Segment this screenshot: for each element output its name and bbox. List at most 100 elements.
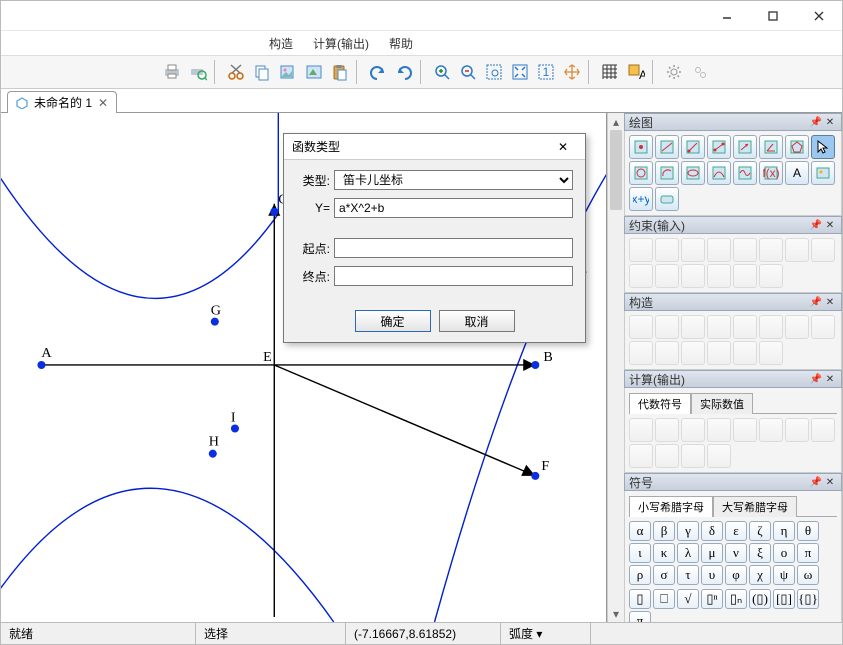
document-tab[interactable]: 未命名的 1 ✕ xyxy=(7,91,117,113)
close-icon[interactable]: ✕ xyxy=(823,218,837,232)
s14-icon[interactable] xyxy=(759,341,783,365)
tab-close-icon[interactable]: ✕ xyxy=(98,96,108,110)
s13-icon[interactable] xyxy=(733,341,757,365)
grid-icon[interactable] xyxy=(598,60,622,84)
zoom-actual-icon[interactable]: 1 xyxy=(534,60,558,84)
c10-icon[interactable] xyxy=(655,264,679,288)
draw-conic-icon[interactable] xyxy=(707,161,731,185)
c13-icon[interactable] xyxy=(733,264,757,288)
m1-icon[interactable] xyxy=(629,418,653,442)
draw-arc-icon[interactable] xyxy=(655,161,679,185)
s10-icon[interactable] xyxy=(655,341,679,365)
greek-ξ[interactable]: ξ xyxy=(749,543,771,563)
close-icon[interactable]: ✕ xyxy=(823,115,837,129)
panel-constraint-header[interactable]: 约束(输入) 📌 ✕ xyxy=(624,216,842,234)
cancel-button[interactable]: 取消 xyxy=(439,310,515,332)
s7-icon[interactable] xyxy=(785,315,809,339)
s5-icon[interactable] xyxy=(733,315,757,339)
print-preview-icon[interactable] xyxy=(186,60,210,84)
greek-μ[interactable]: μ xyxy=(701,543,723,563)
greek-α[interactable]: α xyxy=(629,521,651,541)
draw-text-icon[interactable]: A xyxy=(785,161,809,185)
zoom-out-icon[interactable] xyxy=(456,60,480,84)
greek-ψ[interactable]: ψ xyxy=(773,565,795,585)
end-input[interactable] xyxy=(334,266,573,286)
sym-bracket-icon[interactable]: [▯] xyxy=(773,589,795,609)
draw-circle-icon[interactable] xyxy=(629,161,653,185)
sym-paren-icon[interactable]: (▯) xyxy=(749,589,771,609)
s12-icon[interactable] xyxy=(707,341,731,365)
c4-icon[interactable] xyxy=(707,238,731,262)
compute-tab-symbolic[interactable]: 代数符号 xyxy=(629,393,691,414)
drawing-canvas[interactable]: A B C E F G H I 函数类型 ✕ 类型: xyxy=(1,113,607,622)
settings-icon[interactable] xyxy=(662,60,686,84)
undo-icon[interactable] xyxy=(366,60,390,84)
s8-icon[interactable] xyxy=(811,315,835,339)
m9-icon[interactable] xyxy=(629,444,653,468)
m7-icon[interactable] xyxy=(785,418,809,442)
greek-ζ[interactable]: ζ xyxy=(749,521,771,541)
close-icon[interactable]: ✕ xyxy=(823,295,837,309)
draw-locus-icon[interactable] xyxy=(733,161,757,185)
greek-π[interactable]: π xyxy=(797,543,819,563)
cut-icon[interactable] xyxy=(224,60,248,84)
m3-icon[interactable] xyxy=(681,418,705,442)
pin-icon[interactable]: 📌 xyxy=(809,372,823,386)
s11-icon[interactable] xyxy=(681,341,705,365)
close-icon[interactable]: ✕ xyxy=(823,372,837,386)
sym-matrix-icon[interactable]: ▯ xyxy=(629,589,651,609)
m12-icon[interactable] xyxy=(707,444,731,468)
m8-icon[interactable] xyxy=(811,418,835,442)
m10-icon[interactable] xyxy=(655,444,679,468)
s4-icon[interactable] xyxy=(707,315,731,339)
minimize-button[interactable] xyxy=(704,1,750,31)
greek-φ[interactable]: φ xyxy=(725,565,747,585)
print-icon[interactable] xyxy=(160,60,184,84)
compute-tab-numeric[interactable]: 实际数值 xyxy=(691,393,753,414)
c14-icon[interactable] xyxy=(759,264,783,288)
draw-angle-icon[interactable] xyxy=(759,135,783,159)
greek-ρ[interactable]: ρ xyxy=(629,565,651,585)
copy-emf-icon[interactable] xyxy=(302,60,326,84)
zoom-fit-icon[interactable] xyxy=(508,60,532,84)
paste-icon[interactable] xyxy=(328,60,352,84)
s2-icon[interactable] xyxy=(655,315,679,339)
s1-icon[interactable] xyxy=(629,315,653,339)
greek-β[interactable]: β xyxy=(653,521,675,541)
symbols-tab-upper[interactable]: 大写希腊字母 xyxy=(713,496,797,517)
start-input[interactable] xyxy=(334,238,573,258)
scroll-up-icon[interactable]: ▴ xyxy=(608,113,624,130)
draw-expr-icon[interactable]: x+y xyxy=(629,187,653,211)
c3-icon[interactable] xyxy=(681,238,705,262)
redo-icon[interactable] xyxy=(392,60,416,84)
y-input[interactable] xyxy=(334,198,573,218)
symbols-tab-lower[interactable]: 小写希腊字母 xyxy=(629,496,713,517)
settings2-icon[interactable] xyxy=(688,60,712,84)
greek-θ[interactable]: θ xyxy=(797,521,819,541)
label-icon[interactable]: A xyxy=(624,60,648,84)
greek-δ[interactable]: δ xyxy=(701,521,723,541)
c5-icon[interactable] xyxy=(733,238,757,262)
greek-κ[interactable]: κ xyxy=(653,543,675,563)
c12-icon[interactable] xyxy=(707,264,731,288)
pan-icon[interactable] xyxy=(560,60,584,84)
pin-icon[interactable]: 📌 xyxy=(809,115,823,129)
zoom-rect-icon[interactable] xyxy=(482,60,506,84)
s6-icon[interactable] xyxy=(759,315,783,339)
close-button[interactable] xyxy=(796,1,842,31)
c7-icon[interactable] xyxy=(785,238,809,262)
greek-τ[interactable]: τ xyxy=(677,565,699,585)
maximize-button[interactable] xyxy=(750,1,796,31)
pin-icon[interactable]: 📌 xyxy=(809,218,823,232)
c2-icon[interactable] xyxy=(655,238,679,262)
greek-λ[interactable]: λ xyxy=(677,543,699,563)
scroll-thumb[interactable] xyxy=(610,130,622,210)
m11-icon[interactable] xyxy=(681,444,705,468)
c9-icon[interactable] xyxy=(629,264,653,288)
dialog-close-icon[interactable]: ✕ xyxy=(549,137,577,157)
type-select[interactable]: 笛卡儿坐标 xyxy=(334,170,573,190)
sym-sub-icon[interactable]: ▯ₙ xyxy=(725,589,747,609)
sym-sup-icon[interactable]: ▯ⁿ xyxy=(701,589,723,609)
draw-polygon-icon[interactable] xyxy=(785,135,809,159)
copy-image-icon[interactable] xyxy=(276,60,300,84)
